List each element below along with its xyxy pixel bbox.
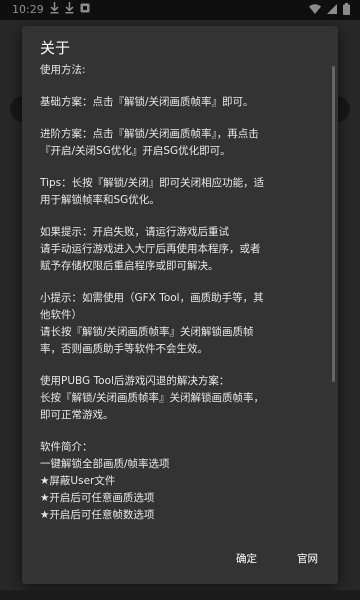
dialog-text-line: 请手动运行游戏进入大厅后再使用本程序，或者 [40,243,261,255]
dialog-text-line: 一键解锁全部画质/帧率选项 [40,458,170,470]
dialog-text-line: 使用方法: [40,64,86,76]
confirm-button[interactable]: 确定 [230,547,263,570]
dialog-message[interactable]: 使用方法: 基础方案：点击『解锁/关闭画质帧率』即可。 进阶方案：点击『解锁/关闭画… [40,62,330,556]
dialog-text-line: 即可正常游戏。 [40,409,114,421]
dialog-text-line: 『开启/关闭SG优化』开启SG优化即可。 [40,145,231,157]
dialog-paragraph: 使用方法: [40,62,330,79]
scrollbar-thumb[interactable] [332,66,335,382]
dialog-text-line: 进阶方案：点击『解锁/关闭画质帧率』，再点击 [40,128,259,140]
dialog-text-line: ★开启后可任意画质选项 [40,492,155,504]
dialog-text-line: 小提示：如需使用（GFX Tool，画质助手等，其 [40,292,264,304]
dialog-title: 关于 [40,39,71,57]
dialog-text-line: 软件简介： [40,441,93,453]
dialog-text-line: 请长按『解锁/关闭画质帧率』关闭解锁画质帧 [40,326,254,338]
dialog-paragraph: 软件简介： 一键解锁全部画质/帧率选项 ★屏蔽User文件 ★开启后可任意画质选项 ★开… [40,439,330,524]
dialog-text-line: 率，否则画质助手等软件不会生效。 [40,343,208,355]
dialog-text-line: 如果提示：开启失败，请运行游戏后重试 [40,226,229,238]
dialog-paragraph: 进阶方案：点击『解锁/关闭画质帧率』，再点击 『开启/关闭SG优化』开启SG优化即… [40,126,330,160]
dialog-paragraph: 小提示：如需使用（GFX Tool，画质助手等，其 他软件） 请长按『解锁/关闭画质… [40,290,330,358]
dialog-paragraph: 基础方案：点击『解锁/关闭画质帧率』即可。 [40,94,330,111]
dialog-actions: 确定 官网 [230,547,324,570]
dialog-text-line: 基础方案：点击『解锁/关闭画质帧率』即可。 [40,96,254,108]
dialog-paragraph: 使用PUBG Tool后游戏闪退的解决方案： 长按『解锁/关闭画质帧率』关闭解锁画… [40,373,330,424]
dialog-text-line: Tips：长按『解锁/关闭』即可关闭相应功能，适 [40,177,265,189]
navigation-bar [0,590,360,600]
dialog-paragraph: Tips：长按『解锁/关闭』即可关闭相应功能，适 用于解锁帧率和SG优化。 [40,175,330,209]
dialog-text-line: 他软件） [40,309,82,321]
about-dialog: 关于 使用方法: 基础方案：点击『解锁/关闭画质帧率』即可。 进阶方案：点击『解锁/… [22,26,338,584]
dialog-text-line: 用于解锁帧率和SG优化。 [40,194,160,206]
dialog-text-line: 长按『解锁/关闭画质帧率』关闭解锁画质帧率， [40,392,265,404]
dialog-paragraph: 如果提示：开启失败，请运行游戏后重试请手动运行游戏进入大厅后再使用本程序，或者赋… [40,224,330,275]
dialog-text-line: 赋予存储权限后重启程序或即可解决。 [40,260,219,272]
website-button[interactable]: 官网 [291,547,324,570]
dialog-text-line: 使用PUBG Tool后游戏闪退的解决方案： [40,375,230,387]
dialog-text-line: ★屏蔽User文件 [40,475,116,487]
dialog-text-line: ★开启后可任意帧数选项 [40,509,155,521]
